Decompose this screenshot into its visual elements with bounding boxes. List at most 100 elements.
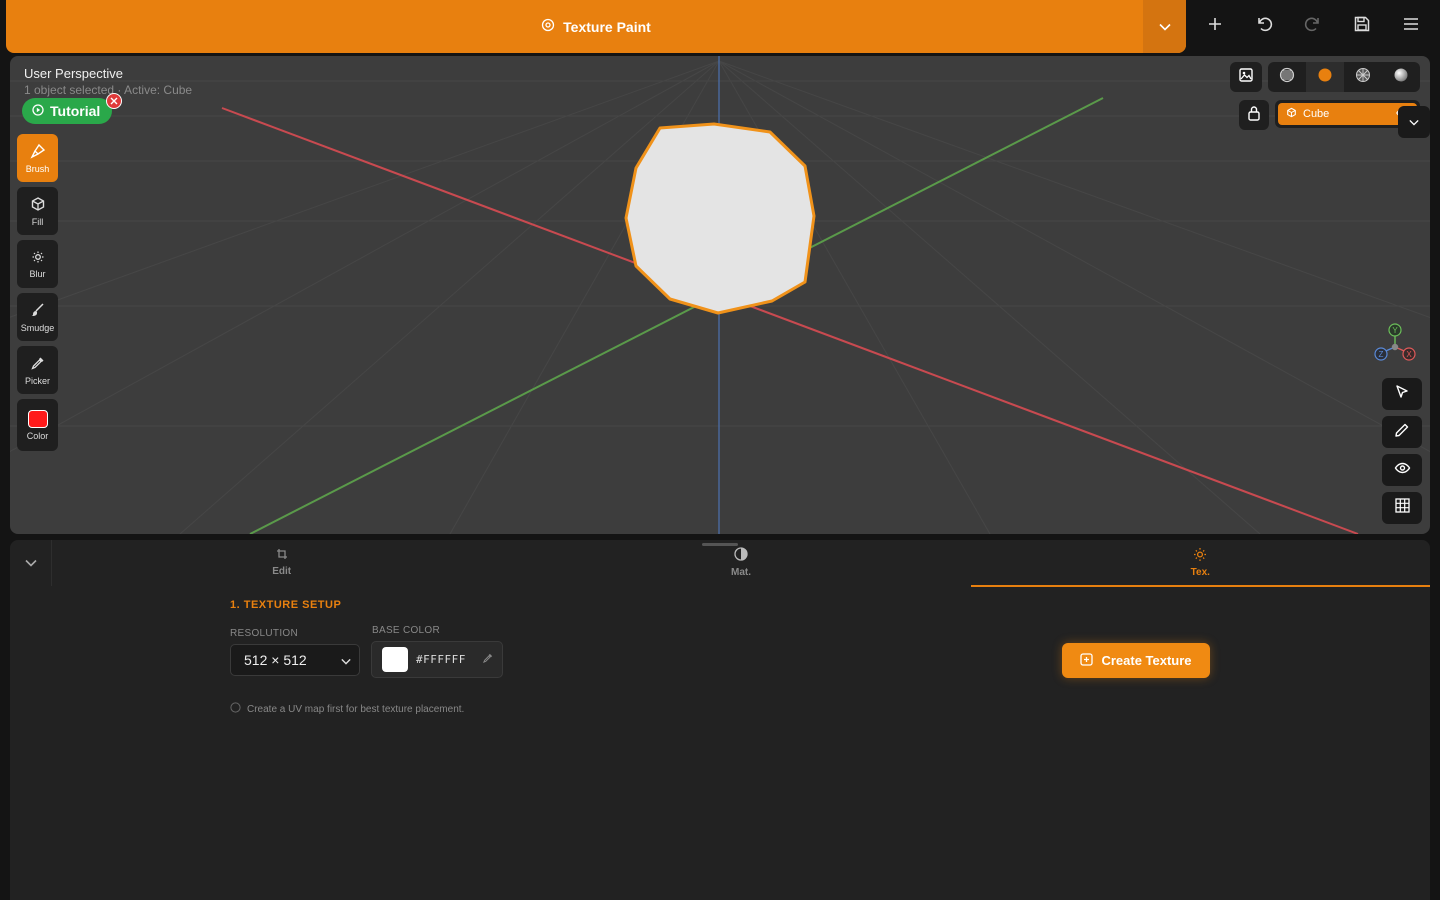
tool-brush[interactable]: Brush (17, 134, 58, 182)
play-circle-icon (32, 103, 44, 119)
section-title: 1. TEXTURE SETUP (230, 599, 342, 611)
panel-tabs: Edit Mat. Tex. (52, 540, 1430, 587)
tab-material[interactable]: Mat. (511, 540, 970, 587)
grid-toggle-button[interactable] (1382, 492, 1422, 524)
lock-button[interactable] (1239, 100, 1269, 130)
object-menu-button[interactable] (1398, 106, 1430, 138)
plus-icon (1207, 16, 1223, 37)
gizmo-label-x: X (1406, 350, 1412, 359)
chevron-down-icon (1409, 113, 1419, 131)
pencil-icon (1394, 422, 1410, 443)
3d-viewport[interactable]: User Perspective 1 object selected · Act… (10, 56, 1430, 534)
selected-mesh[interactable] (624, 122, 816, 315)
active-object-selector[interactable]: Cube (1275, 100, 1430, 138)
contrast-icon (734, 547, 748, 564)
tool-fill[interactable]: Fill (17, 187, 58, 235)
select-icon (1394, 384, 1410, 405)
viewport-scene[interactable] (10, 56, 1430, 534)
tool-blur[interactable]: Blur (17, 240, 58, 288)
redo-icon (1304, 15, 1322, 38)
paint-toolbar: Brush Fill Blur Smudge Picker Color (17, 134, 58, 451)
shading-solid-button[interactable] (1306, 62, 1344, 92)
rendered-sphere-icon (1393, 67, 1409, 88)
material-sphere-icon (1355, 67, 1371, 88)
tool-label: Smudge (20, 322, 55, 333)
resolution-label: RESOLUTION (230, 628, 299, 639)
shading-wireframe-button[interactable] (1268, 62, 1306, 92)
shading-mode-group (1268, 62, 1420, 92)
mode-bar[interactable]: Texture Paint (6, 0, 1186, 53)
resolution-value: 512 × 512 (244, 652, 307, 668)
background-image-button[interactable] (1230, 62, 1262, 92)
panel-collapse-button[interactable] (10, 540, 52, 586)
fill-cube-icon (30, 196, 46, 214)
tab-label: Edit (272, 566, 292, 577)
draw-tool-button[interactable] (1382, 416, 1422, 448)
add-button[interactable] (1197, 9, 1233, 45)
hamburger-icon (1403, 17, 1419, 36)
properties-panel: Edit Mat. Tex. 1. TEXTURE SETUP RESOLUTI… (10, 540, 1430, 900)
eyedropper-icon (482, 651, 494, 669)
base-color-field (371, 641, 503, 678)
sun-icon (1193, 547, 1207, 564)
tutorial-label: Tutorial (50, 103, 101, 119)
tool-picker[interactable]: Picker (17, 346, 58, 394)
plus-square-icon (1080, 652, 1094, 669)
chevron-down-icon (24, 554, 37, 572)
resolution-select[interactable]: 512 × 512 (230, 644, 360, 676)
gizmo-label-z: Z (1379, 350, 1384, 359)
tool-label: Brush (25, 163, 50, 174)
save-icon (1353, 15, 1371, 38)
tab-edit[interactable]: Edit (52, 540, 511, 587)
smudge-icon (30, 302, 46, 320)
target-icon (541, 18, 555, 35)
object-name: Cube (1303, 108, 1330, 120)
tool-label: Fill (31, 216, 44, 227)
mode-title: Texture Paint (563, 18, 651, 35)
image-icon (1238, 67, 1254, 88)
top-actions (1186, 0, 1440, 53)
tool-color[interactable]: Color (17, 399, 58, 451)
close-icon (110, 92, 118, 110)
select-tool-button[interactable] (1382, 378, 1422, 410)
shading-controls (1230, 62, 1420, 92)
mode-selector[interactable]: Texture Paint (541, 18, 651, 35)
axis-gizmo[interactable]: Y Z X (1370, 320, 1430, 370)
mode-dropdown-button[interactable] (1143, 0, 1186, 53)
shading-rendered-button[interactable] (1382, 62, 1420, 92)
base-color-swatch[interactable] (382, 647, 408, 672)
shading-material-button[interactable] (1344, 62, 1382, 92)
brush-icon (29, 143, 46, 161)
undo-button[interactable] (1246, 9, 1282, 45)
view-toggle-button[interactable] (1382, 454, 1422, 486)
tab-texture[interactable]: Tex. (970, 540, 1430, 587)
uv-hint: Create a UV map first for best texture p… (230, 702, 464, 716)
hint-text: Create a UV map first for best texture p… (247, 703, 465, 715)
redo-button[interactable] (1295, 9, 1331, 45)
info-circle-icon (230, 702, 241, 716)
save-button[interactable] (1344, 9, 1380, 45)
solid-sphere-icon (1317, 67, 1333, 88)
brush-color-swatch[interactable] (27, 409, 48, 428)
tool-label: Picker (24, 375, 50, 386)
viewport-title: User Perspective (24, 66, 123, 81)
tutorial-button[interactable]: Tutorial (22, 98, 113, 124)
undo-icon (1255, 15, 1273, 38)
create-texture-label: Create Texture (1101, 653, 1192, 668)
eyedropper-button[interactable] (482, 651, 494, 669)
viewport-side-tools (1382, 378, 1422, 524)
base-color-hex-input[interactable] (416, 653, 472, 666)
tutorial-close-button[interactable] (106, 93, 122, 109)
object-controls: Cube (1239, 100, 1430, 138)
cube-icon (1286, 107, 1297, 121)
tab-label: Mat. (730, 567, 751, 578)
chevron-down-icon (341, 652, 351, 668)
chevron-down-icon (1158, 18, 1171, 36)
lock-icon (1247, 105, 1261, 126)
wireframe-sphere-icon (1279, 67, 1295, 88)
menu-button[interactable] (1393, 9, 1429, 45)
tool-smudge[interactable]: Smudge (17, 293, 58, 341)
viewport-info: User Perspective 1 object selected · Act… (24, 66, 192, 97)
eye-icon (1394, 461, 1411, 479)
create-texture-button[interactable]: Create Texture (1062, 643, 1210, 678)
